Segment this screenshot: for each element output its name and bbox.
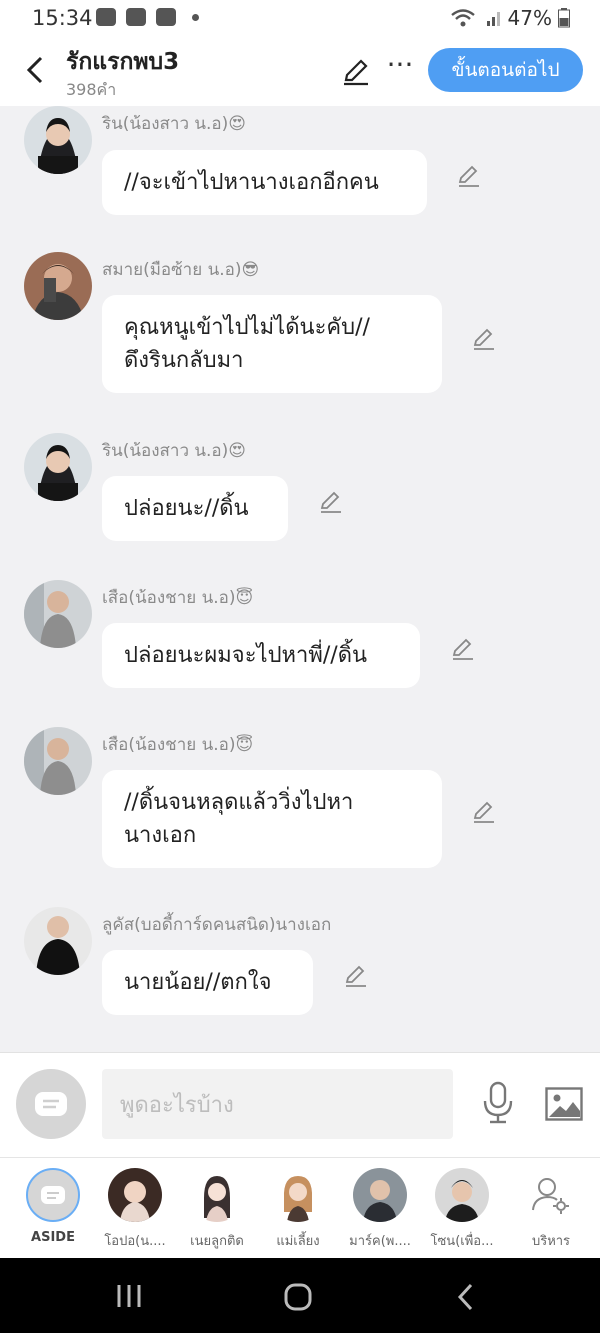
edit-message-icon[interactable] (471, 325, 497, 351)
message-bubble[interactable]: คุณหนูเข้าไปไม่ได้นะคับ// ดึงรินกลับมา (102, 295, 442, 393)
message-bubble[interactable]: นายน้อย//ตกใจ (102, 950, 313, 1015)
status-time: 15:34 (32, 6, 93, 30)
notification-icons (96, 8, 199, 26)
character-item[interactable]: เนยลูกติด (182, 1168, 252, 1251)
character-label: เนยลูกติด (190, 1234, 244, 1249)
edit-message-icon[interactable] (456, 162, 482, 188)
image-upload-icon[interactable] (545, 1087, 583, 1121)
notification-icon (96, 8, 116, 26)
user-settings-icon (532, 1178, 569, 1214)
character-item[interactable]: แม่เลี้ยง (263, 1168, 333, 1251)
status-right: 47% (450, 6, 570, 30)
avatar[interactable] (24, 727, 92, 795)
more-options-icon[interactable]: ··· (385, 51, 415, 84)
speaker-name: ลูคัส(บอดี้การ์ดคนสนิด)นางเอก (102, 915, 332, 935)
character-item[interactable]: มาร์ค(พ.... (345, 1168, 415, 1251)
manage-icon-wrap (524, 1168, 578, 1222)
message-bubble[interactable]: ปล่อยนะผมจะไปหาพี่//ดิ้น (102, 623, 420, 688)
message-bubble[interactable]: ปล่อยนะ//ดิ้น (102, 476, 288, 541)
story-title: รักแรกพบ3 (66, 49, 180, 75)
character-label: ASIDE (31, 1230, 75, 1245)
status-bar: 15:34 47% (0, 0, 600, 36)
edit-message-icon[interactable] (343, 962, 369, 988)
avatar[interactable] (24, 580, 92, 648)
aside-avatar (26, 1168, 80, 1222)
speaker-name: สมาย(มือซ้าย น.อ)😎 (102, 260, 260, 280)
avatar[interactable] (24, 433, 92, 501)
speaker-name: เสือ(น้องชาย น.อ)😇 (102, 588, 254, 608)
character-aside[interactable]: ASIDE (18, 1168, 88, 1245)
edit-message-icon[interactable] (471, 798, 497, 824)
edit-message-icon[interactable] (318, 488, 344, 514)
character-avatar (271, 1168, 325, 1222)
aside-toggle-button[interactable] (16, 1069, 86, 1139)
microphone-icon[interactable] (480, 1081, 516, 1125)
message-bubble[interactable]: //จะเข้าไปหานางเอกอีกคน (102, 150, 427, 215)
app-header: รักแรกพบ3 398คำ ··· ขั้นตอนต่อไป (0, 36, 600, 106)
manage-characters-button[interactable]: บริหาร (516, 1168, 586, 1251)
word-count: 398คำ (66, 80, 117, 99)
character-bar: ASIDE โอปอ(น.... เนยลูกติด แม่เลี้ยง มาร… (0, 1157, 600, 1258)
battery-percent: 47% (507, 6, 552, 30)
next-step-button[interactable]: ขั้นตอนต่อไป (428, 48, 583, 92)
app-notification-icon (156, 8, 176, 26)
chat-bubble-icon (35, 1092, 67, 1116)
edit-title-icon[interactable] (340, 56, 372, 88)
speaker-name: เสือ(น้องชาย น.อ)😇 (102, 735, 254, 755)
avatar[interactable] (24, 907, 92, 975)
character-label: มาร์ค(พ.... (349, 1234, 411, 1249)
more-notifications-dot-icon (192, 13, 199, 21)
speaker-name: ริน(น้องสาว น.อ)😍 (102, 114, 246, 134)
system-navigation-bar (0, 1258, 600, 1333)
gallery-notification-icon (126, 8, 146, 26)
message-input[interactable]: พูดอะไรบ้าง (102, 1069, 453, 1139)
character-item[interactable]: โอปอ(น.... (100, 1168, 170, 1251)
message-bubble[interactable]: //ดิ้นจนหลุดแล้ววิ่งไปหา นางเอก (102, 770, 442, 868)
character-label: โซน(เพื่อ... (430, 1234, 494, 1249)
wifi-icon (450, 9, 475, 27)
character-avatar (435, 1168, 489, 1222)
character-label: แม่เลี้ยง (276, 1234, 320, 1249)
home-icon[interactable] (283, 1282, 313, 1312)
recent-apps-icon[interactable] (115, 1283, 145, 1309)
input-bar: พูดอะไรบ้าง (0, 1052, 600, 1157)
signal-icon (486, 12, 500, 26)
avatar[interactable] (24, 252, 92, 320)
character-item[interactable]: โซน(เพื่อ... (427, 1168, 497, 1251)
chat-bubble-icon (41, 1186, 65, 1204)
battery-icon (558, 8, 570, 28)
speaker-name: ริน(น้องสาว น.อ)😍 (102, 441, 246, 461)
avatar[interactable] (24, 106, 92, 174)
character-avatar (190, 1168, 244, 1222)
character-label: บริหาร (531, 1234, 571, 1249)
back-button[interactable] (20, 50, 50, 90)
chevron-left-icon (26, 56, 43, 84)
character-avatar (353, 1168, 407, 1222)
character-label: โอปอ(น.... (104, 1234, 166, 1249)
system-back-icon[interactable] (455, 1282, 475, 1312)
edit-message-icon[interactable] (450, 635, 476, 661)
character-avatar (108, 1168, 162, 1222)
